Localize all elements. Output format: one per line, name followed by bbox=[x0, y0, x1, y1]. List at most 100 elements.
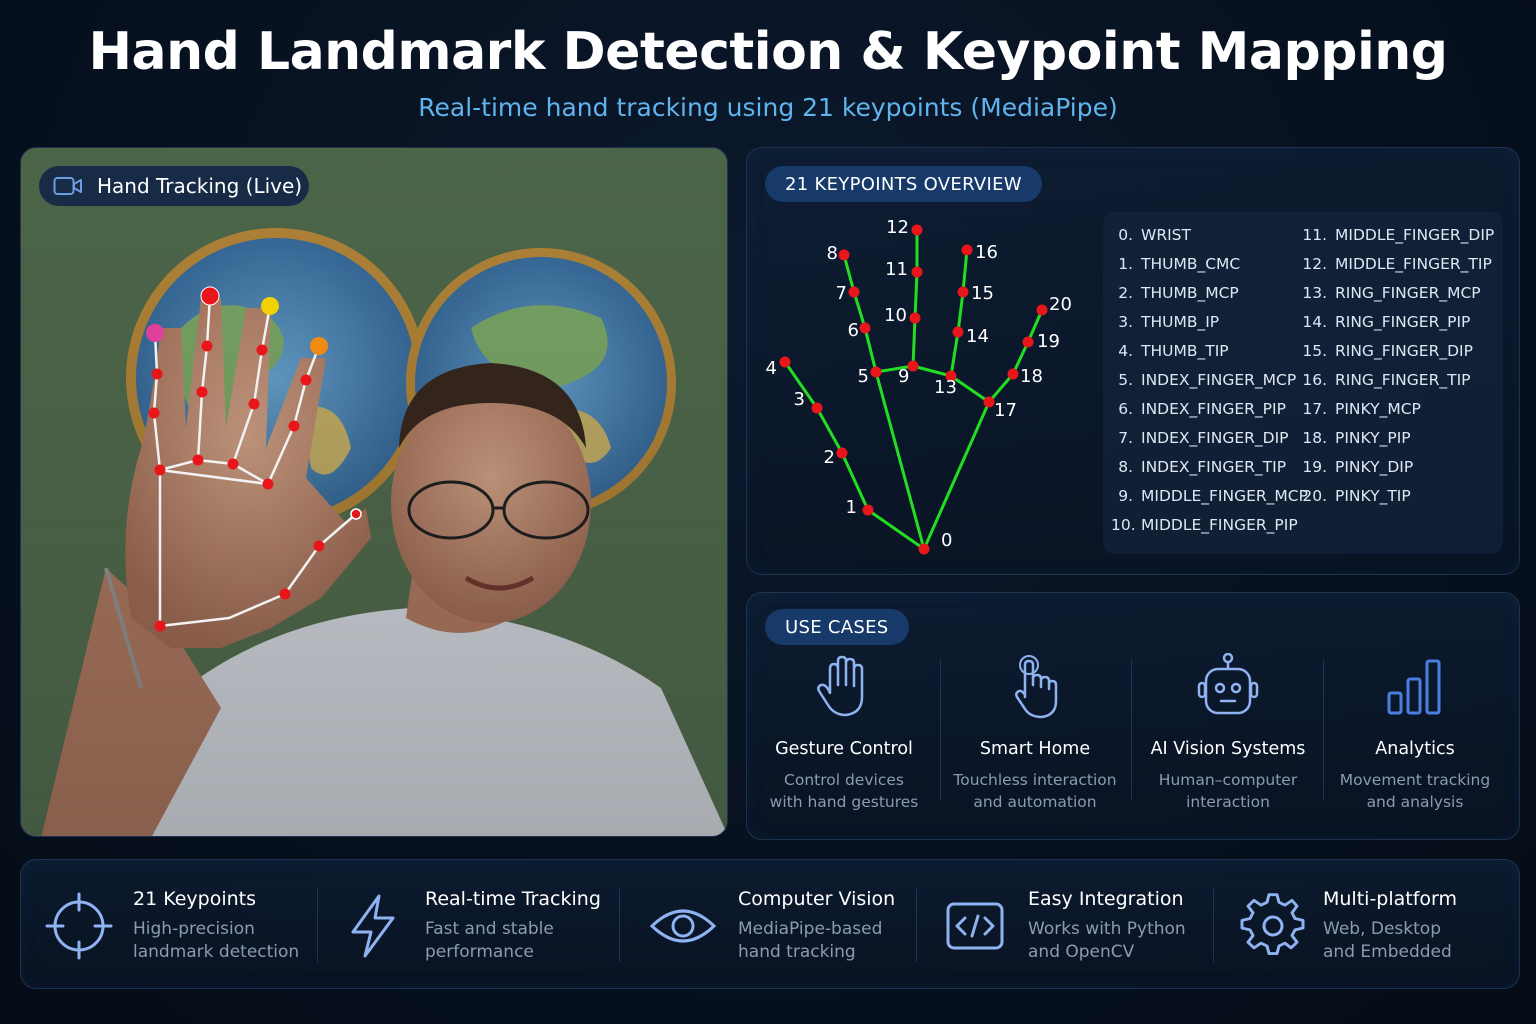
feature-desc: Web, Desktop and Embedded bbox=[1323, 919, 1452, 962]
bar-chart-icon bbox=[1387, 659, 1441, 715]
keypoint-name: PINKY_TIP bbox=[1335, 487, 1411, 505]
keypoint-list-item: 4. THUMB_TIP bbox=[1111, 342, 1308, 371]
hand-keypoint-diagram: 01234 567891011121314151617181920 bbox=[766, 217, 1072, 555]
keypoint-list-item: 0. WRIST bbox=[1111, 226, 1308, 255]
use-case-gesture-control: Gesture Control Control devices with hand… bbox=[749, 653, 939, 813]
use-cases-heading: USE CASES bbox=[765, 609, 909, 645]
keypoint-dot bbox=[811, 402, 823, 414]
robot-icon bbox=[1197, 653, 1259, 715]
keypoint-dot bbox=[918, 543, 930, 555]
keypoint-dot bbox=[1036, 304, 1048, 316]
keypoint-index: 14. bbox=[1302, 313, 1327, 331]
use-case-desc: Touchless interaction and automation bbox=[953, 771, 1117, 811]
keypoint-name: RING_FINGER_PIP bbox=[1335, 313, 1471, 331]
feature-desc: Fast and stable performance bbox=[425, 919, 554, 962]
divider bbox=[619, 888, 620, 962]
use-case-desc: Human–computer interaction bbox=[1158, 771, 1298, 811]
keypoint-label: 18 bbox=[1020, 366, 1043, 387]
keypoint-dot bbox=[838, 249, 850, 261]
skeleton-edge bbox=[874, 371, 926, 550]
keypoint-name: MIDDLE_FINGER_TIP bbox=[1335, 255, 1492, 273]
use-cases-panel: USE CASES Gesture Control Control device… bbox=[746, 592, 1520, 840]
feature-desc: Works with Python and OpenCV bbox=[1028, 919, 1186, 962]
use-case-smart-home: Smart Home Touchless interaction and auto… bbox=[940, 653, 1130, 813]
camera-feed-panel: Hand Tracking (Live) bbox=[20, 147, 728, 837]
keypoint-label: 0 bbox=[941, 530, 952, 551]
feature-desc: MediaPipe-based hand tracking bbox=[738, 919, 883, 962]
keypoint-label: 3 bbox=[794, 389, 805, 410]
keypoint-index: 7. bbox=[1118, 429, 1133, 447]
keypoint-index: 10. bbox=[1111, 516, 1136, 534]
keypoint-index: 8. bbox=[1118, 458, 1133, 476]
keypoint-index: 18. bbox=[1302, 429, 1327, 447]
keypoint-name: RING_FINGER_MCP bbox=[1335, 284, 1481, 302]
keypoint-index: 4. bbox=[1118, 342, 1133, 360]
keypoint-name: PINKY_MCP bbox=[1335, 400, 1421, 418]
keypoint-list-item: 8. INDEX_FINGER_TIP bbox=[1111, 458, 1308, 487]
keypoint-label: 8 bbox=[827, 243, 838, 264]
keypoint-label: 11 bbox=[885, 259, 908, 280]
keypoint-dot bbox=[1022, 336, 1034, 348]
divider bbox=[1213, 888, 1214, 962]
keypoint-label: 14 bbox=[966, 326, 989, 347]
keypoint-dot bbox=[983, 396, 995, 408]
divider bbox=[317, 888, 318, 962]
keypoint-dot bbox=[859, 322, 871, 334]
skeleton-edge bbox=[913, 271, 919, 319]
keypoint-list-item: 1. THUMB_CMC bbox=[1111, 255, 1308, 284]
keypoint-list-item: 18. PINKY_PIP bbox=[1297, 429, 1494, 458]
keypoint-name: THUMB_IP bbox=[1141, 313, 1220, 331]
page-title: Hand Landmark Detection & Keypoint Mappi… bbox=[88, 22, 1448, 82]
feature-desc: High-precision landmark detection bbox=[133, 919, 300, 962]
skeleton-edge bbox=[961, 249, 969, 293]
keypoint-label: 20 bbox=[1049, 294, 1072, 315]
keypoint-name: THUMB_MCP bbox=[1141, 284, 1239, 302]
keypoint-label: 17 bbox=[994, 400, 1017, 421]
skeleton-edge bbox=[911, 317, 917, 367]
use-case-analytics: Analytics Movement tracking and analysis bbox=[1320, 653, 1510, 813]
keypoint-label: 12 bbox=[886, 217, 909, 238]
keypoint-list-column-right: 11. MIDDLE_FINGER_DIP 12. MIDDLE_FINGER_TIP… bbox=[1297, 226, 1494, 516]
keypoint-list-item: 6. INDEX_FINGER_PIP bbox=[1111, 400, 1308, 429]
video-camera-icon bbox=[53, 177, 82, 195]
keypoint-names-list: 0. WRIST 1. THUMB_CMC 2. THUMB_MCP 3. THUMB_IP 4… bbox=[1103, 212, 1503, 554]
keypoint-list-item: 13. RING_FINGER_MCP bbox=[1297, 284, 1494, 313]
keypoint-dot bbox=[862, 504, 874, 516]
keypoint-label: 16 bbox=[975, 242, 998, 263]
keypoint-name: INDEX_FINGER_TIP bbox=[1141, 458, 1287, 476]
keypoint-name: RING_FINGER_DIP bbox=[1335, 342, 1473, 360]
keypoint-index: 12. bbox=[1302, 255, 1327, 273]
feature-title: Easy Integration bbox=[1028, 888, 1184, 910]
feature-title: Multi-platform bbox=[1323, 888, 1458, 910]
keypoint-index: 2. bbox=[1118, 284, 1133, 302]
keypoint-name: WRIST bbox=[1141, 226, 1191, 244]
keypoint-list-item: 17. PINKY_MCP bbox=[1297, 400, 1494, 429]
crosshair-icon bbox=[45, 892, 113, 960]
keypoint-name: INDEX_FINGER_MCP bbox=[1141, 371, 1297, 389]
lightning-icon bbox=[351, 894, 395, 958]
eye-icon bbox=[649, 909, 717, 943]
keypoint-dot bbox=[779, 356, 791, 368]
keypoint-name: PINKY_DIP bbox=[1335, 458, 1414, 476]
keypoint-label: 5 bbox=[858, 366, 869, 387]
feature-title: 21 Keypoints bbox=[133, 888, 257, 910]
use-case-title: Analytics bbox=[1375, 739, 1455, 759]
keypoint-name: INDEX_FINGER_PIP bbox=[1141, 400, 1286, 418]
keypoint-list-item: 20. PINKY_TIP bbox=[1297, 487, 1494, 516]
keypoint-dot bbox=[1007, 368, 1019, 380]
keypoint-index: 13. bbox=[1302, 284, 1327, 302]
keypoint-list-item: 5. INDEX_FINGER_MCP bbox=[1111, 371, 1308, 400]
keypoint-index: 6. bbox=[1118, 400, 1133, 418]
skeleton-edge bbox=[922, 401, 991, 550]
divider bbox=[916, 888, 917, 962]
keypoint-name: THUMB_TIP bbox=[1141, 342, 1229, 360]
keypoint-list-item: 10. MIDDLE_FINGER_PIP bbox=[1111, 516, 1308, 545]
features-bar: 21 Keypoints High-precision landmark dete… bbox=[20, 859, 1520, 989]
keypoint-label: 1 bbox=[846, 497, 857, 518]
feature-title: Real-time Tracking bbox=[425, 888, 601, 910]
keypoint-dot bbox=[911, 266, 923, 278]
keypoint-index: 16. bbox=[1302, 371, 1327, 389]
keypoint-label: 2 bbox=[824, 447, 835, 468]
keypoint-name: PINKY_PIP bbox=[1335, 429, 1411, 447]
keypoint-dot bbox=[961, 244, 973, 256]
